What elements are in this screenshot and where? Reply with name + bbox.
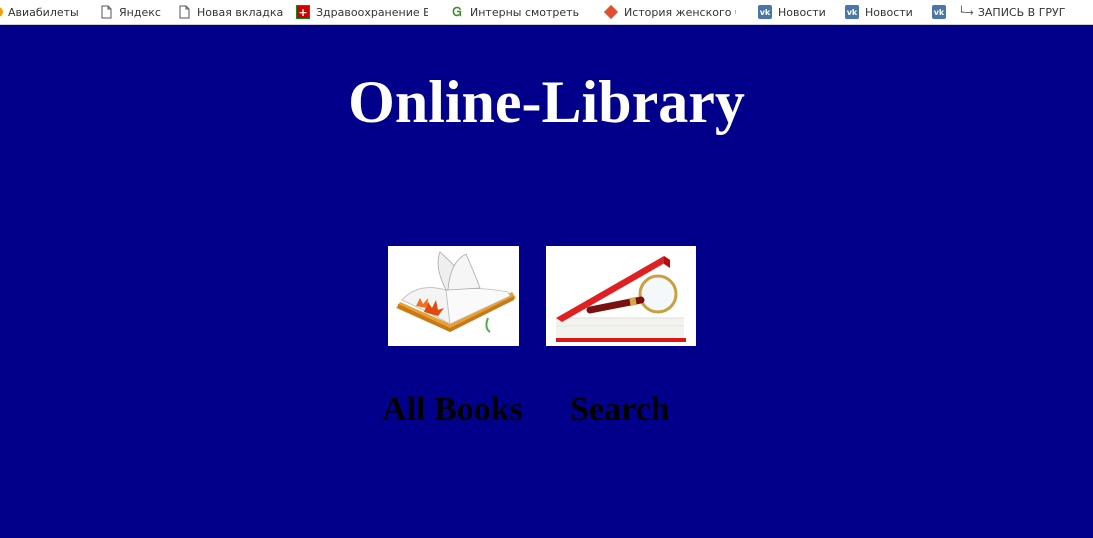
- health-cross-icon: +: [296, 5, 310, 19]
- page-icon: [99, 5, 113, 19]
- page-icon: [177, 5, 191, 19]
- bookmark-history[interactable]: История женского б: [603, 0, 736, 24]
- vk-icon: vk: [932, 5, 946, 19]
- bookmarks-bar: Авиабилеты Яндекс Новая вкладка + Здраво…: [0, 0, 1093, 25]
- vk-icon: vk: [758, 5, 772, 19]
- bookmark-vk[interactable]: vk: [932, 0, 952, 24]
- bookmark-news-1[interactable]: vk Новости: [758, 0, 826, 24]
- bookmark-label: Новая вкладка: [197, 5, 284, 19]
- bookmark-news-2[interactable]: vk Новости: [845, 0, 913, 24]
- bookmark-zapis[interactable]: └→ ЗАПИСЬ В ГРУГ: [958, 0, 1090, 24]
- bookmark-interny[interactable]: Ꮐ Интерны смотреть с: [450, 0, 582, 24]
- bookmark-label: Яндекс: [119, 5, 161, 19]
- search-link[interactable]: Search: [570, 388, 669, 432]
- search-image-link[interactable]: [546, 246, 696, 346]
- bookmark-label: ЗАПИСЬ В ГРУГ: [977, 5, 1066, 19]
- bookmark-yandex[interactable]: Яндекс: [99, 0, 161, 24]
- bookmark-label: История женского б: [624, 5, 736, 19]
- bookmark-label: Новости: [778, 5, 826, 19]
- bookmark-aviabilety[interactable]: Авиабилеты: [0, 0, 79, 24]
- bookmark-label: Авиабилеты: [8, 5, 79, 19]
- diamond-icon: [603, 4, 619, 20]
- bookmark-health[interactable]: + Здравоохранение Бе: [296, 0, 428, 24]
- bookmark-new-tab[interactable]: Новая вкладка: [177, 0, 283, 24]
- arrow-icon: └→: [958, 5, 974, 19]
- page-title: Online-Library: [348, 69, 745, 135]
- open-book-icon: [388, 246, 519, 346]
- bookmark-label: Интерны смотреть с: [470, 5, 582, 19]
- all-books-image-link[interactable]: [388, 246, 519, 346]
- partial-icon: [0, 5, 4, 19]
- bookmark-label: Здравоохранение Бе: [316, 5, 428, 19]
- all-books-link[interactable]: All Books: [382, 388, 523, 432]
- book-magnifier-icon: [546, 246, 696, 346]
- vk-icon: vk: [845, 5, 859, 19]
- green-logo-icon: Ꮐ: [452, 4, 462, 19]
- bookmark-label: Новости: [865, 5, 913, 19]
